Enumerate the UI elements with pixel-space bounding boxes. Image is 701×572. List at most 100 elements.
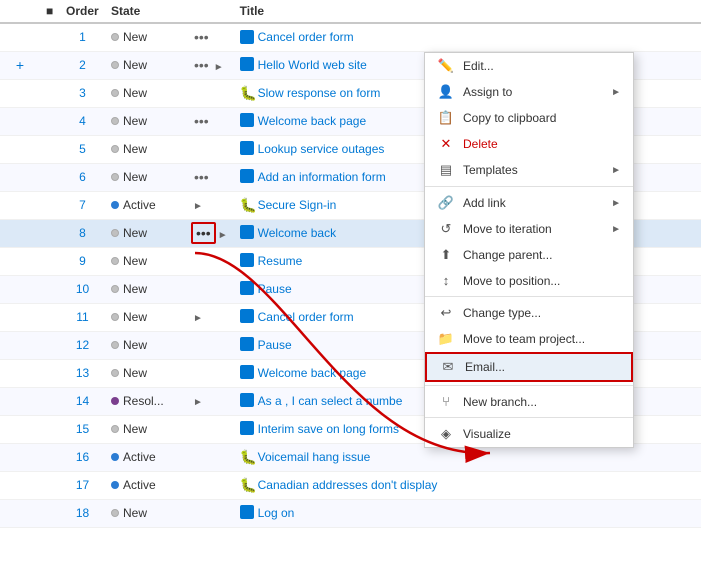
order-number[interactable]: 12 — [76, 338, 89, 352]
work-item-title[interactable]: Welcome back page — [258, 114, 367, 128]
menu-item-new-branch[interactable]: ⑂ New branch... — [425, 389, 633, 414]
row-order[interactable]: 7 — [60, 191, 105, 219]
order-number[interactable]: 17 — [76, 478, 89, 492]
row-actions-cell: ► — [185, 387, 234, 415]
order-number[interactable]: 4 — [79, 114, 86, 128]
order-number[interactable]: 6 — [79, 170, 86, 184]
menu-item-visualize[interactable]: ◈ Visualize — [425, 421, 633, 447]
state-dot — [111, 117, 119, 125]
menu-item-add-link[interactable]: 🔗 Add link ► — [425, 190, 633, 216]
work-item-title[interactable]: Welcome back — [258, 226, 336, 240]
row-order[interactable]: 3 — [60, 79, 105, 107]
order-number[interactable]: 2 — [79, 58, 86, 72]
menu-item-move-team[interactable]: 📁 Move to team project... — [425, 326, 633, 352]
order-number[interactable]: 3 — [79, 86, 86, 100]
menu-item-move-position[interactable]: ↕ Move to position... — [425, 268, 633, 293]
row-order[interactable]: 8 — [60, 219, 105, 247]
work-item-title[interactable]: Cancel order form — [258, 310, 354, 324]
row-dots-button[interactable]: ••• — [191, 222, 216, 244]
work-item-title[interactable]: Lookup service outages — [258, 142, 385, 156]
row-dots-button[interactable]: ••• — [191, 28, 212, 46]
row-dots-button[interactable]: ••• — [191, 112, 212, 130]
row-expand-icon[interactable]: ► — [193, 397, 203, 408]
row-order[interactable]: 1 — [60, 23, 105, 51]
row-order[interactable]: 13 — [60, 359, 105, 387]
order-number[interactable]: 15 — [76, 422, 89, 436]
menu-item-copy-clipboard[interactable]: 📋 Copy to clipboard — [425, 105, 633, 131]
row-actions-cell: ••• — [185, 107, 234, 135]
row-order[interactable]: 9 — [60, 247, 105, 275]
state-label: Active — [123, 198, 156, 212]
story-icon — [240, 505, 254, 519]
work-item-title[interactable]: Cancel order form — [258, 30, 354, 44]
story-icon — [240, 253, 254, 267]
menu-item-change-parent[interactable]: ⬆ Change parent... — [425, 242, 633, 268]
work-item-title[interactable]: Hello World web site — [258, 58, 367, 72]
col-order-header: Order — [60, 0, 105, 23]
add-row-icon[interactable]: + — [16, 57, 24, 73]
row-order[interactable]: 10 — [60, 275, 105, 303]
row-expand-icon[interactable]: ► — [218, 230, 228, 241]
menu-item-assign-to[interactable]: 👤 Assign to ► — [425, 79, 633, 105]
menu-item-edit[interactable]: ✏️ Edit... — [425, 53, 633, 79]
work-item-title[interactable]: Interim save on long forms — [258, 422, 399, 436]
menu-item-templates[interactable]: ▤ Templates ► — [425, 157, 633, 183]
work-item-title[interactable]: Canadian addresses don't display — [258, 478, 438, 492]
col-checkbox: ■ — [40, 0, 60, 23]
order-number[interactable]: 14 — [76, 394, 89, 408]
row-order[interactable]: 5 — [60, 135, 105, 163]
row-order[interactable]: 14 — [60, 387, 105, 415]
row-order[interactable]: 18 — [60, 499, 105, 527]
order-number[interactable]: 11 — [76, 310, 88, 324]
order-number[interactable]: 10 — [76, 282, 89, 296]
work-item-title[interactable]: Pause — [258, 282, 292, 296]
row-order[interactable]: 17 — [60, 471, 105, 499]
menu-item-move-iteration[interactable]: ↺ Move to iteration ► — [425, 216, 633, 242]
work-item-title[interactable]: Voicemail hang issue — [258, 450, 371, 464]
copy-icon: 📋 — [437, 110, 455, 126]
row-order[interactable]: 11 — [60, 303, 105, 331]
row-order[interactable]: 16 — [60, 443, 105, 471]
row-order[interactable]: 6 — [60, 163, 105, 191]
row-expand-icon[interactable]: ► — [193, 201, 203, 212]
order-number[interactable]: 9 — [79, 254, 86, 268]
row-checkbox-cell — [40, 359, 60, 387]
row-dots-button[interactable]: ••• — [191, 56, 212, 74]
link-icon: 🔗 — [437, 195, 455, 211]
row-actions-cell — [185, 471, 234, 499]
row-order[interactable]: 15 — [60, 415, 105, 443]
row-title-cell: Cancel order form — [234, 23, 701, 51]
col-dots-header — [185, 0, 234, 23]
work-item-title[interactable]: Pause — [258, 338, 292, 352]
state-dot — [111, 425, 119, 433]
row-order[interactable]: 2 — [60, 51, 105, 79]
row-order[interactable]: 4 — [60, 107, 105, 135]
row-order[interactable]: 12 — [60, 331, 105, 359]
work-item-title[interactable]: Welcome back page — [258, 366, 367, 380]
order-number[interactable]: 5 — [79, 142, 86, 156]
row-actions-cell: ••• — [185, 23, 234, 51]
row-dots-button[interactable]: ••• — [191, 168, 212, 186]
order-number[interactable]: 18 — [76, 506, 89, 520]
menu-item-delete[interactable]: ✕ Delete — [425, 131, 633, 157]
work-item-title[interactable]: As a , I can select a numbe — [258, 394, 403, 408]
menu-item-change-type[interactable]: ↩ Change type... — [425, 300, 633, 326]
order-number[interactable]: 1 — [79, 30, 86, 44]
work-item-title[interactable]: Log on — [258, 506, 295, 520]
order-number[interactable]: 7 — [79, 198, 86, 212]
row-expand-icon[interactable]: ► — [193, 313, 203, 324]
order-number[interactable]: 13 — [76, 366, 89, 380]
order-number[interactable]: 16 — [76, 450, 89, 464]
work-item-title[interactable]: Add an information form — [258, 170, 386, 184]
row-checkbox-cell — [40, 191, 60, 219]
order-number[interactable]: 8 — [79, 226, 86, 240]
menu-item-label: Move to iteration — [463, 222, 611, 236]
story-icon — [240, 30, 254, 44]
row-state: New — [105, 107, 185, 135]
menu-divider — [425, 417, 633, 418]
work-item-title[interactable]: Slow response on form — [258, 86, 381, 100]
row-expand-icon[interactable]: ► — [214, 62, 224, 73]
work-item-title[interactable]: Secure Sign-in — [258, 198, 337, 212]
menu-item-email[interactable]: ✉ Email... — [425, 352, 633, 382]
work-item-title[interactable]: Resume — [258, 254, 303, 268]
